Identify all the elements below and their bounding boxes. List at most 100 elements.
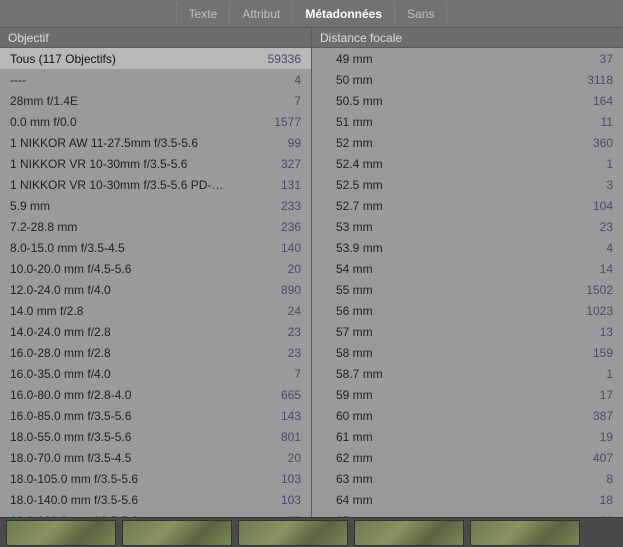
list-item-label: 51 mm [322, 115, 373, 129]
list-item-label: 59 mm [322, 388, 373, 402]
thumbnail[interactable] [122, 520, 232, 546]
tab-metadonnees[interactable]: Métadonnées [292, 3, 394, 25]
list-distance-focale[interactable]: 49 mm 37 50 mm311850.5 mm16451 mm1152 mm36… [312, 48, 623, 517]
list-item[interactable]: 55 mm 1502 [312, 279, 623, 300]
list-item-count: 20 [288, 451, 301, 465]
list-item[interactable]: 1 NIKKOR AW 11-27.5mm f/3.5-5.6 99 [0, 132, 311, 153]
list-item-count: 99 [288, 136, 301, 150]
list-item-count: 1023 [586, 304, 613, 318]
tab-sans[interactable]: Sans [394, 3, 447, 25]
list-item[interactable]: ----4 [0, 69, 311, 90]
list-item[interactable]: 12.0-24.0 mm f/4.0890 [0, 279, 311, 300]
list-item-count: 159 [593, 346, 613, 360]
list-item-label: 60 mm [322, 409, 373, 423]
list-item[interactable]: 28mm f/1.4E7 [0, 90, 311, 111]
list-item-count: 103 [281, 472, 301, 486]
list-item-count: 4 [294, 73, 301, 87]
list-item[interactable]: 18.0-55.0 mm f/3.5-5.6801 [0, 426, 311, 447]
list-item-label: 1 NIKKOR AW 11-27.5mm f/3.5-5.6 [10, 136, 198, 150]
list-objectif[interactable]: Tous (117 Objectifs) 59336 ----4 28mm f/1.… [0, 48, 311, 517]
list-item[interactable]: 52.5 mm3 [312, 174, 623, 195]
list-item[interactable]: 52.4 mm1 [312, 153, 623, 174]
list-item[interactable]: 57 mm13 [312, 321, 623, 342]
list-item[interactable]: 54 mm14 [312, 258, 623, 279]
thumbnail[interactable] [238, 520, 348, 546]
list-item[interactable]: 53 mm23 [312, 216, 623, 237]
thumbnail[interactable] [470, 520, 580, 546]
list-item-count: 37 [600, 52, 613, 66]
list-item-label: 52 mm [322, 136, 373, 150]
list-item-label: 18.0-140.0 mm f/3.5-5.6 [10, 493, 138, 507]
list-item[interactable]: 58.7 mm1 [312, 363, 623, 384]
list-item[interactable]: 64 mm18 [312, 489, 623, 510]
list-item-label: Tous (117 Objectifs) [10, 52, 116, 66]
list-item[interactable]: 8.0-15.0 mm f/3.5-4.5140 [0, 237, 311, 258]
list-item[interactable]: 52 mm360 [312, 132, 623, 153]
list-item-label: 64 mm [322, 493, 373, 507]
list-item-label: 53 mm [322, 220, 373, 234]
list-item-count: 17 [600, 388, 613, 402]
list-item[interactable]: 18.0-105.0 mm f/3.5-5.6103 [0, 468, 311, 489]
list-item[interactable]: 58 mm159 [312, 342, 623, 363]
list-item[interactable]: 16.0-80.0 mm f/2.8-4.0665 [0, 384, 311, 405]
list-item[interactable]: 10.0-20.0 mm f/4.5-5.620 [0, 258, 311, 279]
list-item[interactable]: 0.0 mm f/0.01577 [0, 111, 311, 132]
list-item-count: 3118 [587, 73, 613, 87]
list-item-label: 14.0 mm f/2.8 [10, 304, 83, 318]
list-item-count: 387 [593, 409, 613, 423]
list-item[interactable]: 7.2-28.8 mm236 [0, 216, 311, 237]
list-item[interactable]: 18.0-140.0 mm f/3.5-5.6103 [0, 489, 311, 510]
list-item[interactable]: 18.0-70.0 mm f/3.5-4.520 [0, 447, 311, 468]
list-item-label: 50.5 mm [322, 94, 383, 108]
list-item[interactable]: 63 mm8 [312, 468, 623, 489]
column-header-distance-focale[interactable]: Distance focale [312, 28, 623, 48]
list-item[interactable]: 5.9 mm233 [0, 195, 311, 216]
list-item-label: 52.7 mm [322, 199, 383, 213]
column-header-objectif[interactable]: Objectif [0, 28, 311, 48]
list-item[interactable]: 1 NIKKOR VR 10-30mm f/3.5-5.6 327 [0, 153, 311, 174]
list-item-count: 407 [593, 451, 613, 465]
list-item[interactable]: 16.0-85.0 mm f/3.5-5.6143 [0, 405, 311, 426]
list-item[interactable]: 16.0-35.0 mm f/4.07 [0, 363, 311, 384]
list-item-label: 16.0-85.0 mm f/3.5-5.6 [10, 409, 131, 423]
list-item-count: 104 [593, 199, 613, 213]
list-item-count: 19 [600, 430, 613, 444]
list-item-label: 55 mm [322, 283, 373, 297]
list-item-count: 20 [288, 262, 301, 276]
list-item[interactable]: 50 mm3118 [312, 69, 623, 90]
list-item-count: 59336 [268, 52, 301, 66]
list-item[interactable]: 50.5 mm164 [312, 90, 623, 111]
list-item-label: 49 mm [322, 52, 373, 66]
list-item-label: 16.0-28.0 mm f/2.8 [10, 346, 111, 360]
list-item[interactable]: 14.0-24.0 mm f/2.823 [0, 321, 311, 342]
thumbnail[interactable] [6, 520, 116, 546]
list-item-label: 1 NIKKOR VR 10-30mm f/3.5-5.6 [10, 157, 187, 171]
list-item-label: 57 mm [322, 325, 373, 339]
filmstrip[interactable] [0, 517, 623, 547]
list-item[interactable]: Tous (117 Objectifs) 59336 [0, 48, 311, 69]
list-item[interactable]: 1 NIKKOR VR 10-30mm f/3.5-5.6 PD-ZOOM131 [0, 174, 311, 195]
list-item[interactable]: 65 mm36 [312, 510, 623, 517]
list-item-count: 236 [281, 220, 301, 234]
thumbnail[interactable] [354, 520, 464, 546]
column-distance-focale: Distance focale 49 mm3750 mm311850.5 mm1… [312, 28, 623, 517]
list-item[interactable]: 62 mm407 [312, 447, 623, 468]
list-item[interactable]: 60 mm 387 [312, 405, 623, 426]
list-item[interactable]: 14.0 mm f/2.824 [0, 300, 311, 321]
list-item-count: 4 [606, 241, 613, 255]
list-item-label: 56 mm [322, 304, 373, 318]
list-item-count: 7 [294, 94, 301, 108]
list-item[interactable]: 52.7 mm 104 [312, 195, 623, 216]
list-item[interactable]: 16.0-28.0 mm f/2.823 [0, 342, 311, 363]
tab-attribut[interactable]: Attribut [229, 3, 292, 25]
list-item[interactable]: 56 mm 1023 [312, 300, 623, 321]
list-item-count: 1502 [586, 283, 613, 297]
list-item-count: 327 [281, 157, 301, 171]
list-item[interactable]: 49 mm 37 [312, 48, 623, 69]
list-item[interactable]: 18.0-200.0 mm f/3.5-5.657 [0, 510, 311, 517]
list-item[interactable]: 51 mm11 [312, 111, 623, 132]
list-item[interactable]: 59 mm 17 [312, 384, 623, 405]
list-item[interactable]: 61 mm19 [312, 426, 623, 447]
tab-texte[interactable]: Texte [176, 3, 230, 25]
list-item[interactable]: 53.9 mm4 [312, 237, 623, 258]
